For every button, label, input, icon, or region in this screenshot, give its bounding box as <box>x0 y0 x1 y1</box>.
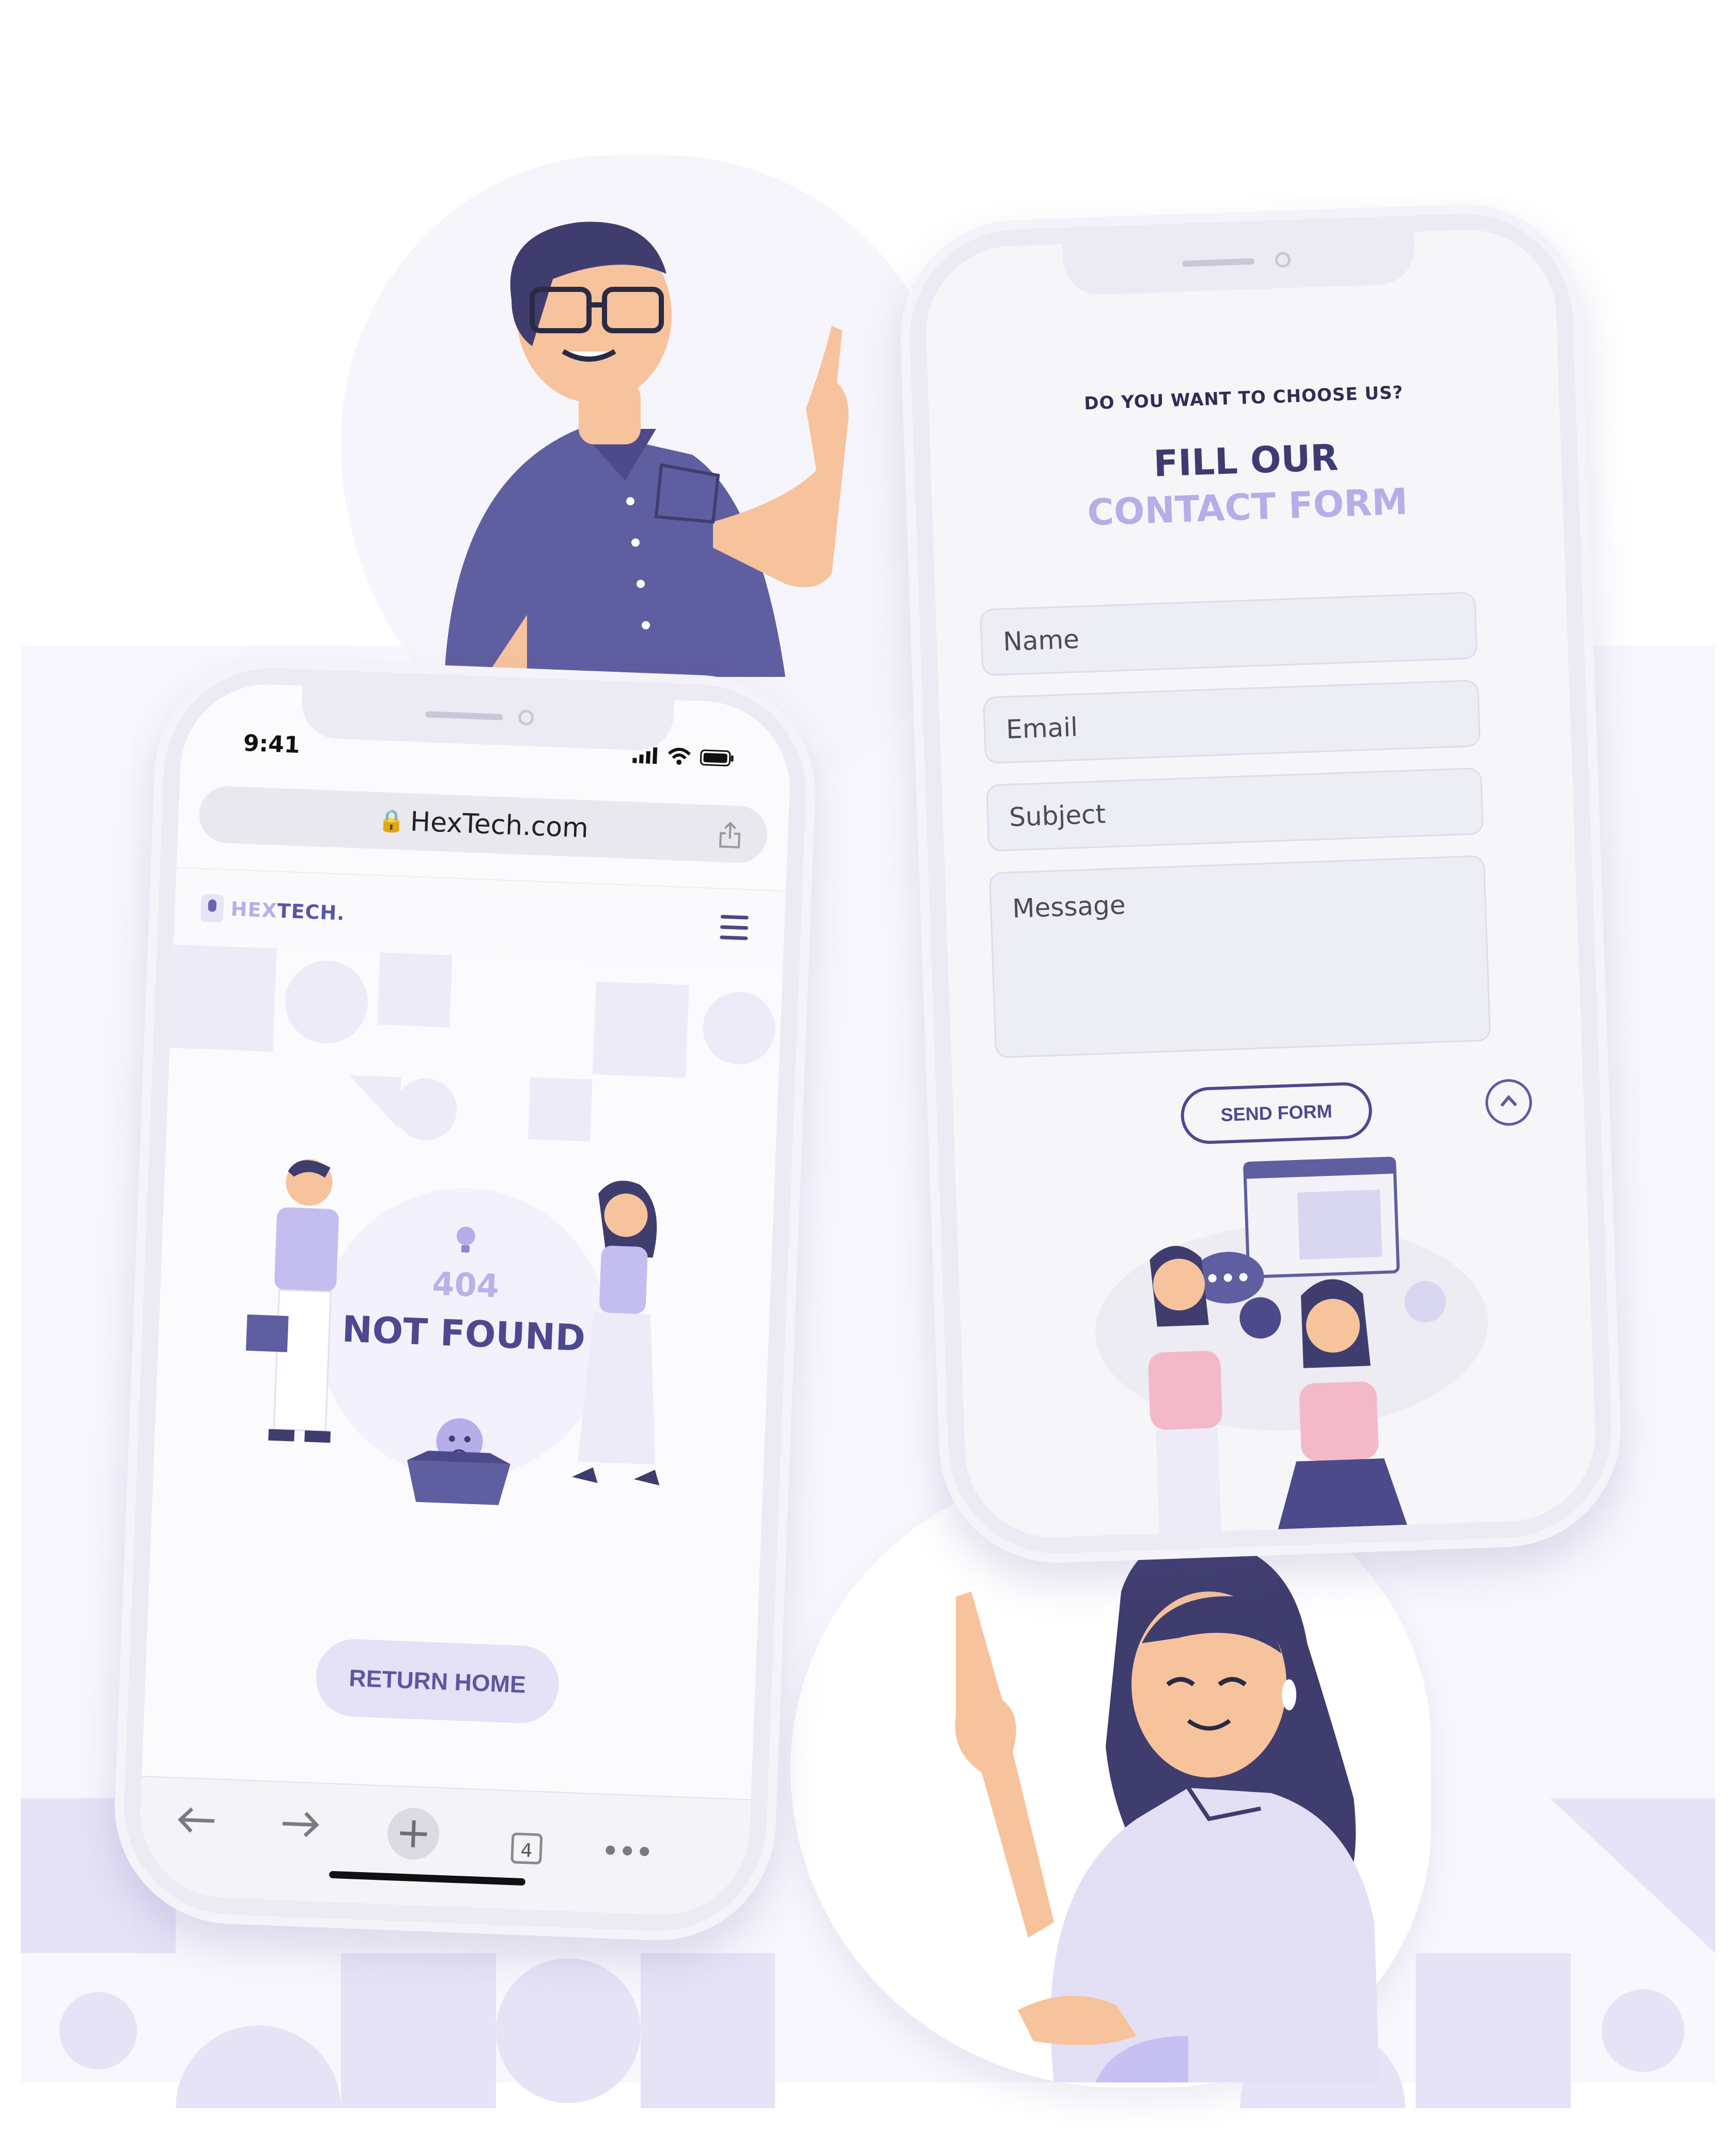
man-pointing-illustration <box>444 222 849 677</box>
forward-arrow-icon[interactable] <box>279 1808 321 1841</box>
status-time: 9:41 <box>243 730 301 759</box>
left-phone-mockup: 9:41 🔒 HexTech.com HEXTECH. 404 NOT FOUN… <box>110 654 820 1945</box>
lightbulb-icon <box>456 1226 475 1253</box>
hero-pattern <box>169 944 776 1142</box>
send-form-button[interactable]: SEND FORM <box>1180 1081 1373 1145</box>
back-arrow-icon[interactable] <box>176 1804 218 1836</box>
signal-icon <box>632 747 658 764</box>
name-input[interactable] <box>980 592 1478 676</box>
phone-notch <box>1062 231 1416 296</box>
hamburger-icon[interactable] <box>720 915 749 947</box>
wifi-icon <box>668 748 691 765</box>
confused-man-illustration <box>245 1159 339 1443</box>
lock-icon: 🔒 <box>377 807 406 834</box>
scroll-to-top-button[interactable] <box>1484 1078 1533 1127</box>
hextech-logo[interactable]: HEXTECH. <box>200 893 346 928</box>
battery-icon <box>700 749 734 767</box>
chevron-up-icon <box>1500 1094 1517 1107</box>
plus-icon <box>400 1820 427 1848</box>
bulb-icon <box>200 893 224 923</box>
tab-count-button[interactable]: 4 <box>510 1832 543 1865</box>
phone-camera <box>1275 252 1291 268</box>
sad-box-illustration <box>407 1418 510 1505</box>
phone-camera <box>518 709 534 726</box>
share-icon[interactable] <box>718 821 742 849</box>
team-chat-illustration <box>1095 1156 1488 1534</box>
right-phone-screen: DO YOU WANT TO CHOOSE US? FILL OUR CONTA… <box>923 227 1599 1540</box>
phone-speaker <box>1182 258 1255 267</box>
contact-kicker: DO YOU WANT TO CHOOSE US? <box>1083 382 1404 414</box>
email-input[interactable] <box>983 679 1481 764</box>
new-tab-button[interactable] <box>386 1807 441 1861</box>
browser-toolbar: 4 <box>137 1775 751 1918</box>
phone-notch <box>300 686 674 752</box>
message-input[interactable] <box>988 855 1491 1059</box>
subject-input[interactable] <box>985 767 1484 852</box>
browser-url-bar[interactable]: 🔒 HexTech.com <box>198 785 769 864</box>
left-phone-screen: 9:41 🔒 HexTech.com HEXTECH. 404 NOT FOUN… <box>137 681 793 1918</box>
right-phone-mockup: DO YOU WANT TO CHOOSE US? FILL OUR CONTA… <box>896 200 1625 1567</box>
url-text: HexTech.com <box>409 806 589 844</box>
logo-tech: TECH. <box>276 899 346 925</box>
status-icons <box>632 746 734 767</box>
phone-speaker <box>425 711 503 720</box>
return-home-button[interactable]: RETURN HOME <box>314 1637 561 1725</box>
woman-pointing-illustration <box>955 1538 1380 2082</box>
logo-hex: HEX <box>230 898 278 922</box>
more-icon[interactable] <box>604 1844 651 1858</box>
